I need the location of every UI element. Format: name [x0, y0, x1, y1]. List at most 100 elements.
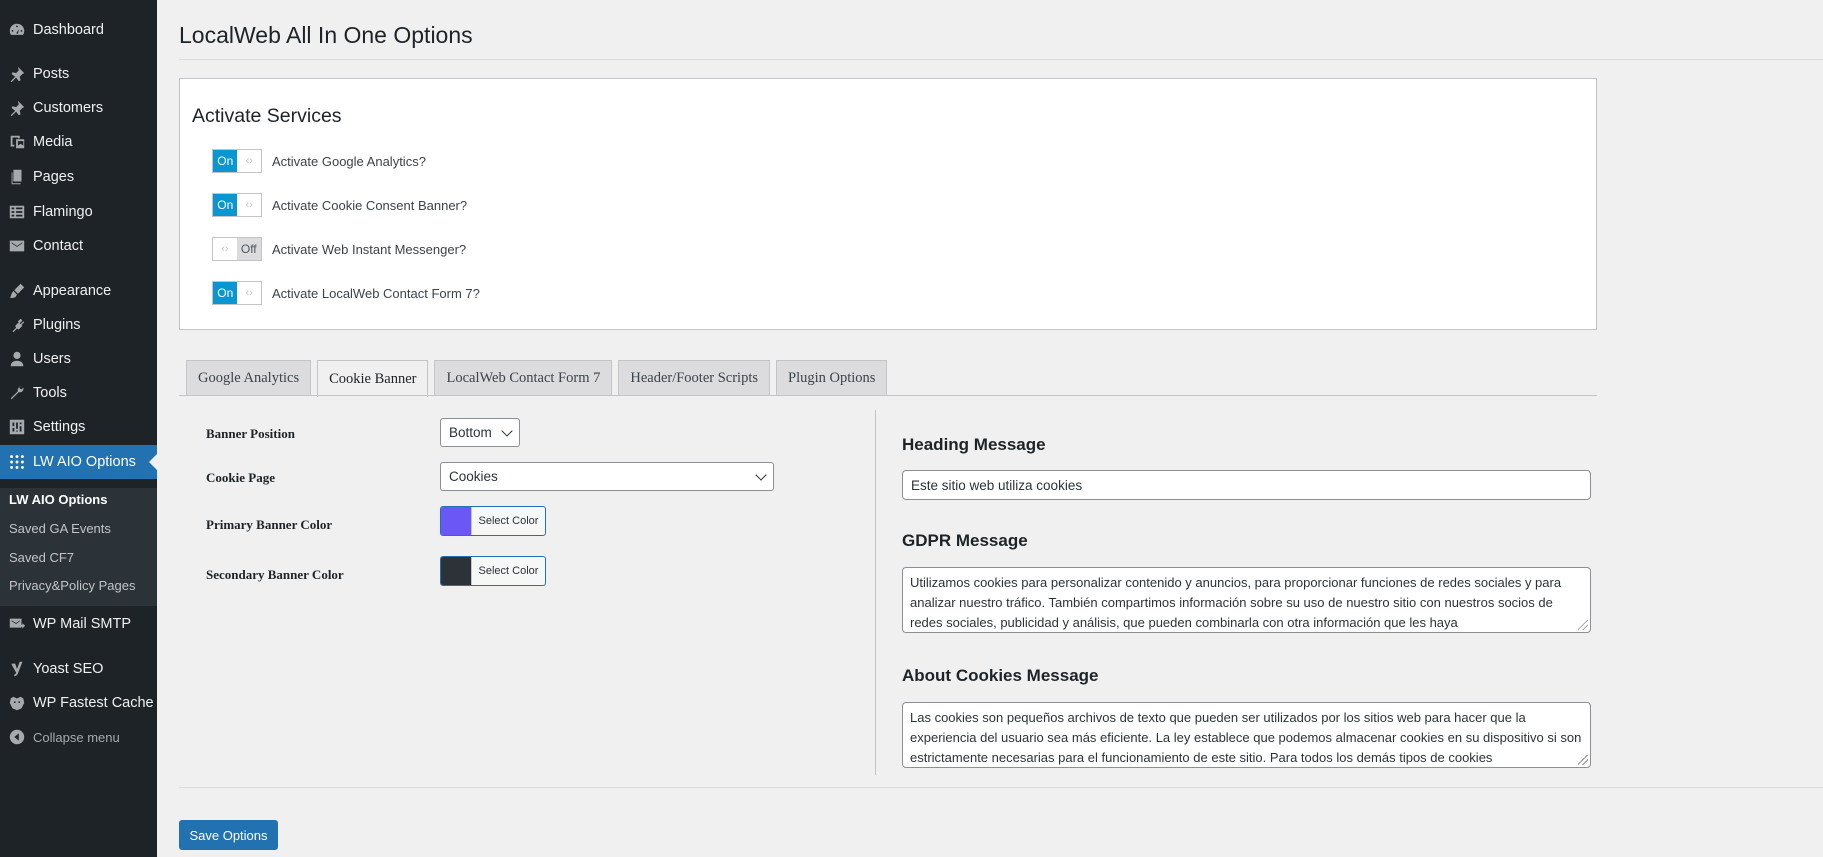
toggle-on-label: On	[213, 150, 238, 172]
pin-icon	[0, 65, 33, 83]
sidebar-item-label: Contact	[33, 238, 83, 254]
wrench-icon	[0, 384, 33, 402]
toggle-on-label: On	[213, 282, 238, 304]
cookie-consent-toggle[interactable]: On ‹›	[212, 193, 262, 217]
primary-color-swatch	[441, 507, 471, 535]
plug-icon	[0, 316, 33, 334]
sidebar-item-customers[interactable]: Customers	[0, 91, 157, 125]
dashboard-icon	[0, 21, 33, 39]
sidebar-item-settings[interactable]: Settings	[0, 410, 157, 444]
about-cookies-message-label: About Cookies Message	[902, 666, 1099, 685]
cookie-page-label: Cookie Page	[206, 470, 275, 485]
submenu-item-lw-aio-options[interactable]: LW AIO Options	[9, 492, 107, 507]
service-label: Activate Web Instant Messenger?	[272, 241, 467, 257]
tab-header-footer-scripts[interactable]: Header/Footer Scripts	[618, 360, 771, 396]
list-icon	[0, 203, 33, 221]
sidebar-item-label: Media	[33, 134, 73, 150]
resize-grip-icon[interactable]	[1578, 755, 1588, 765]
service-row-cookie-consent: On ‹› Activate Cookie Consent Banner?	[212, 193, 467, 217]
sidebar-item-tools[interactable]: Tools	[0, 376, 157, 410]
activate-services-panel: Activate Services On ‹› Activate Google …	[179, 78, 1597, 330]
service-row-google-analytics: On ‹› Activate Google Analytics?	[212, 149, 426, 173]
sidebar-item-flamingo[interactable]: Flamingo	[0, 195, 157, 229]
collapse-menu-button[interactable]: Collapse menu	[0, 720, 157, 754]
sidebar-item-yoast-seo[interactable]: Yoast SEO	[0, 652, 157, 686]
about-cookies-text: Las cookies son pequeños archivos de tex…	[910, 710, 1582, 765]
toggle-handle-icon: ‹›	[245, 199, 253, 211]
sidebar-item-users[interactable]: Users	[0, 342, 157, 376]
service-label: Activate Google Analytics?	[272, 153, 426, 169]
sidebar-item-label: Dashboard	[33, 22, 104, 38]
submenu-item-saved-ga-events[interactable]: Saved GA Events	[9, 521, 111, 536]
sidebar-item-plugins[interactable]: Plugins	[0, 308, 157, 342]
sidebar-item-label: Plugins	[33, 317, 81, 333]
localweb-cf7-toggle[interactable]: On ‹›	[212, 281, 262, 305]
cookie-page-value: Cookies	[449, 469, 498, 484]
active-menu-arrow	[149, 454, 157, 470]
sidebar-item-wp-fastest-cache[interactable]: WP Fastest Cache	[0, 686, 157, 720]
bottom-divider	[179, 787, 1823, 788]
sidebar-item-label: WP Fastest Cache	[33, 695, 154, 711]
secondary-banner-color-label: Secondary Banner Color	[206, 567, 344, 582]
resize-grip-icon[interactable]	[1578, 620, 1588, 630]
title-divider	[179, 59, 1823, 60]
about-cookies-textarea[interactable]: Las cookies son pequeños archivos de tex…	[902, 702, 1591, 768]
banner-position-select[interactable]: Bottom	[440, 418, 520, 447]
settings-tabs: Google Analytics Cookie Banner LocalWeb …	[186, 360, 893, 397]
service-row-web-instant-messenger: ‹› Off Activate Web Instant Messenger?	[212, 237, 466, 261]
pages-icon	[0, 168, 33, 186]
select-color-label: Select Color	[471, 557, 545, 585]
submenu-item-privacy-policy-pages[interactable]: Privacy&Policy Pages	[9, 578, 135, 593]
web-instant-messenger-toggle[interactable]: ‹› Off	[212, 237, 262, 261]
sidebar-item-wp-mail-smtp[interactable]: WP Mail SMTP	[0, 607, 157, 641]
media-icon	[0, 133, 33, 151]
toggle-on-label: On	[213, 194, 238, 216]
envelope-icon	[0, 237, 33, 255]
tab-google-analytics[interactable]: Google Analytics	[186, 360, 312, 396]
page-title: LocalWeb All In One Options	[179, 22, 473, 48]
toggle-handle-icon: ‹›	[245, 155, 253, 167]
sidebar-item-media[interactable]: Media	[0, 125, 157, 159]
sidebar-item-lw-aio-options[interactable]: LW AIO Options	[0, 445, 157, 479]
gdpr-message-textarea[interactable]: Utilizamos cookies para personalizar con…	[902, 567, 1591, 633]
service-label: Activate LocalWeb Contact Form 7?	[272, 285, 480, 301]
tab-plugin-options[interactable]: Plugin Options	[776, 360, 888, 396]
chevron-down-icon	[501, 425, 513, 437]
user-icon	[0, 350, 33, 368]
primary-banner-color-label: Primary Banner Color	[206, 517, 333, 532]
cheetah-icon	[0, 694, 33, 712]
submenu-item-saved-cf7[interactable]: Saved CF7	[9, 550, 74, 565]
sidebar-submenu: LW AIO Options Saved GA Events Saved CF7…	[0, 488, 157, 606]
sidebar-item-contact[interactable]: Contact	[0, 229, 157, 263]
collapse-icon	[0, 728, 33, 746]
sidebar-item-label: Yoast SEO	[33, 661, 104, 677]
google-analytics-toggle[interactable]: On ‹›	[212, 149, 262, 173]
sidebar-item-pages[interactable]: Pages	[0, 160, 157, 194]
yoast-icon	[0, 660, 33, 678]
chevron-down-icon	[755, 469, 767, 481]
sidebar-item-posts[interactable]: Posts	[0, 57, 157, 91]
sidebar-item-appearance[interactable]: Appearance	[0, 274, 157, 308]
brush-icon	[0, 282, 33, 300]
sidebar-item-label: Collapse menu	[33, 729, 120, 745]
sidebar-item-label: Pages	[33, 169, 75, 185]
tab-cookie-banner[interactable]: Cookie Banner	[317, 360, 429, 397]
sidebar-item-label: Tools	[33, 385, 67, 401]
mail-icon	[0, 615, 33, 633]
grid-dots-icon	[0, 453, 33, 471]
cookie-page-select[interactable]: Cookies	[440, 462, 774, 491]
secondary-color-swatch	[441, 557, 471, 585]
heading-message-label: Heading Message	[902, 435, 1046, 454]
tabs-divider	[179, 395, 1597, 396]
primary-color-picker-button[interactable]: Select Color	[440, 506, 546, 536]
secondary-color-picker-button[interactable]: Select Color	[440, 556, 546, 586]
heading-message-input[interactable]: Este sitio web utiliza cookies	[902, 470, 1591, 500]
sidebar-item-dashboard[interactable]: Dashboard	[0, 13, 157, 47]
tab-localweb-contact-form-7[interactable]: LocalWeb Contact Form 7	[434, 360, 613, 396]
select-color-label: Select Color	[471, 507, 545, 535]
sidebar-item-label: Posts	[33, 66, 70, 82]
pin-icon	[0, 99, 33, 117]
service-label: Activate Cookie Consent Banner?	[272, 197, 468, 213]
save-options-button[interactable]: Save Options	[179, 820, 278, 850]
column-divider	[875, 410, 876, 775]
